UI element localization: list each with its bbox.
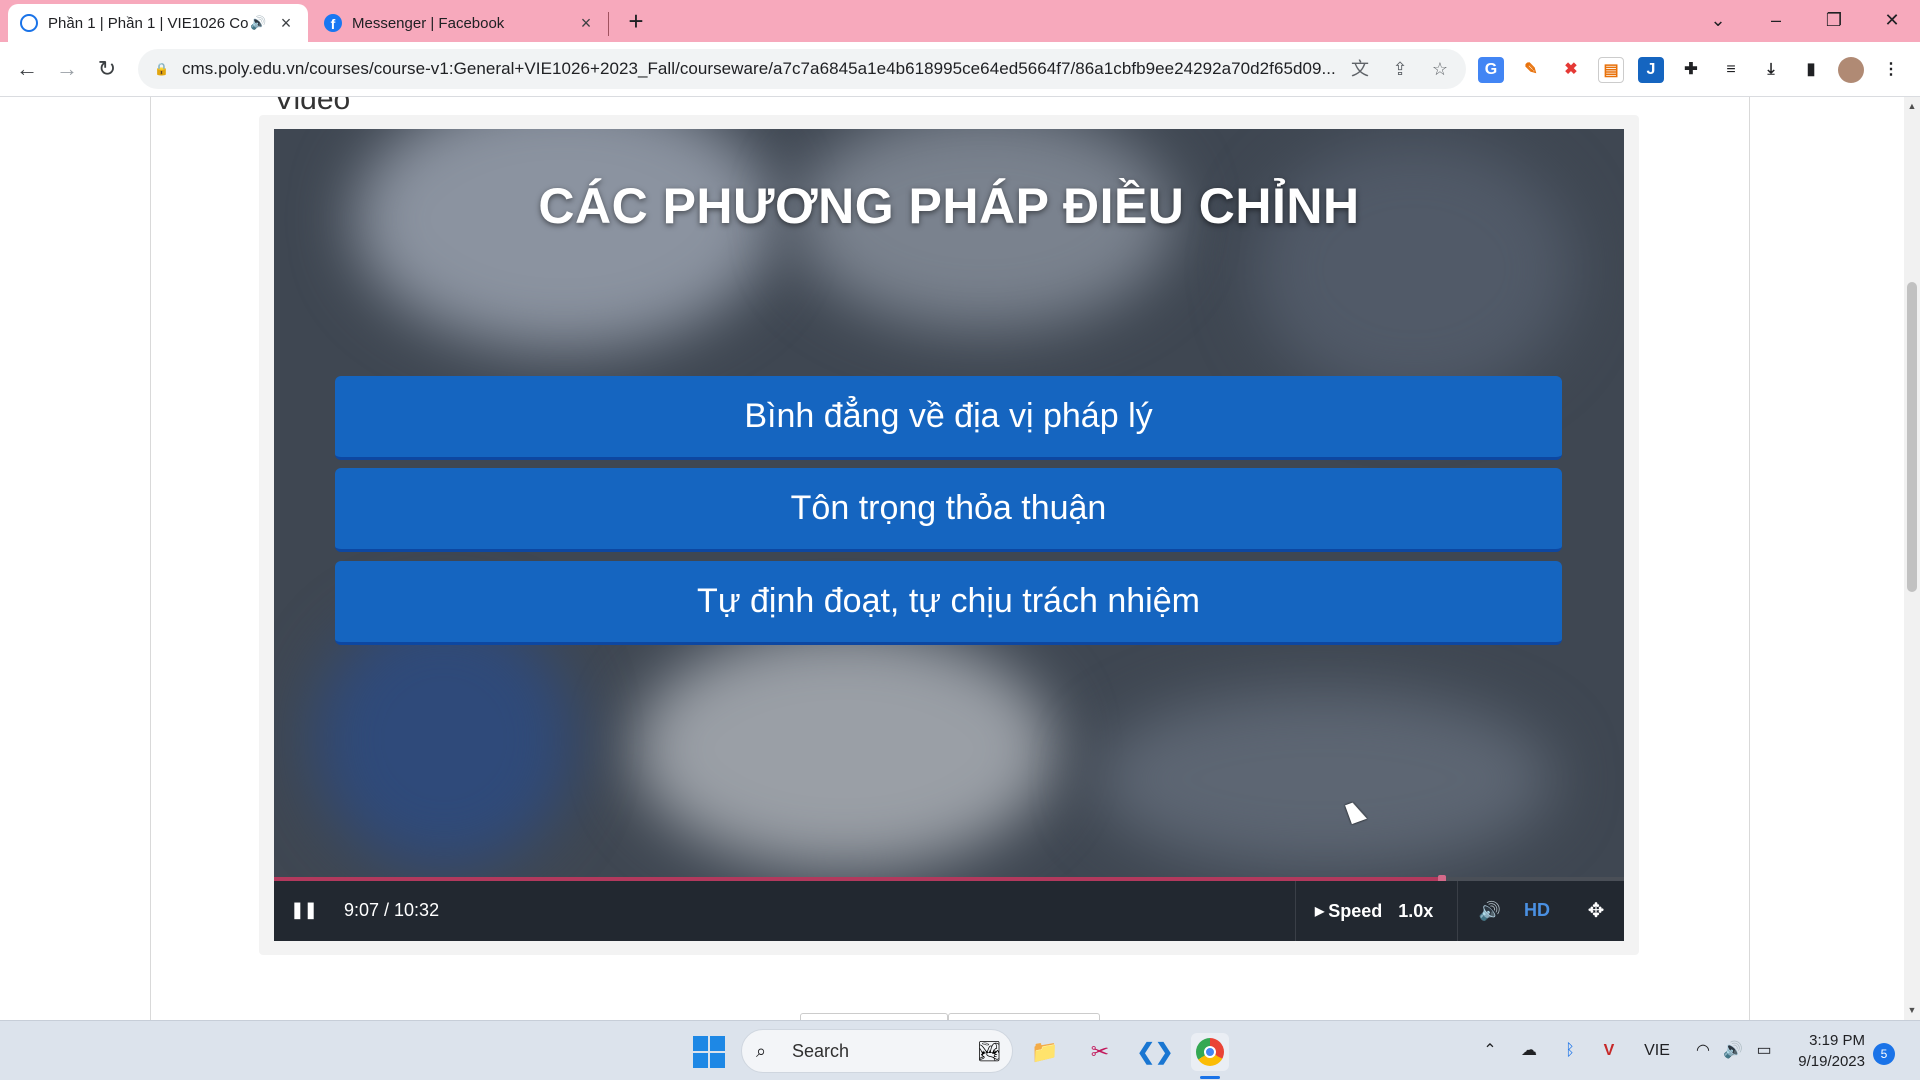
profile-avatar[interactable] (1838, 57, 1864, 83)
windows-start-icon[interactable] (693, 1036, 725, 1068)
media-control-icon[interactable]: ≡ (1718, 57, 1744, 83)
j-extension-icon[interactable]: J (1638, 57, 1664, 83)
tab-search-icon[interactable]: ⌄ (1690, 0, 1746, 40)
close-icon[interactable]: × (576, 13, 596, 34)
vscode-icon[interactable]: ❮❯ (1136, 1033, 1174, 1071)
back-button[interactable]: ← (11, 53, 43, 85)
volume-icon[interactable]: 🔊 (1474, 895, 1506, 927)
restore-button[interactable]: ❐ (1806, 0, 1862, 40)
wifi-icon[interactable]: ◠ (1692, 1039, 1714, 1063)
speaker-icon[interactable]: 🔊 (250, 15, 270, 31)
battery-icon[interactable]: ▭ (1752, 1039, 1776, 1063)
browser-toolbar: ← → ↻ 🔒 cms.poly.edu.vn/courses/course-v… (0, 42, 1920, 97)
hd-button[interactable]: HD (1524, 900, 1550, 921)
bluetooth-icon[interactable]: ᛒ (1560, 1039, 1580, 1063)
loading-icon (20, 14, 38, 32)
active-app-indicator (1200, 1076, 1220, 1079)
volume-tray-icon[interactable]: 🔊 (1722, 1039, 1744, 1063)
file-explorer-icon[interactable]: 📁 (1026, 1033, 1064, 1071)
tab-separator (608, 12, 609, 36)
slide-title: CÁC PHƯƠNG PHÁP ĐIỀU CHỈNH (538, 178, 1360, 234)
taskbar: ⌕ Search 🏞 📁 ✂ ❮❯ ⌃ ☁ ᛒ V VIE ◠ 🔊 ▭ 3:19… (0, 1020, 1920, 1080)
chrome-icon[interactable] (1191, 1033, 1229, 1071)
reload-button[interactable]: ↻ (91, 53, 123, 85)
scroll-down-icon[interactable]: ▼ (1904, 1005, 1920, 1015)
video-player[interactable]: CÁC PHƯƠNG PHÁP ĐIỀU CHỈNH Bình đẳng về … (274, 129, 1624, 881)
tab-title: Phần 1 | Phần 1 | VIE1026 Co (48, 14, 249, 32)
slide-option: Tôn trọng thỏa thuận (335, 468, 1562, 552)
bookmark-star-icon[interactable]: ☆ (1428, 58, 1452, 82)
calendar-extension-icon[interactable]: ▤ (1598, 57, 1624, 83)
speed-button[interactable]: ▶ Speed 1.0x (1299, 881, 1454, 941)
download-icon[interactable]: ⤓ (1758, 57, 1784, 83)
scroll-up-icon[interactable]: ▲ (1904, 101, 1920, 111)
pause-button[interactable]: ❚❚ (288, 895, 320, 927)
content-border-left (150, 97, 151, 1020)
unit-nav-tab[interactable] (800, 1013, 948, 1020)
lock-icon[interactable]: 🔒 (154, 62, 169, 76)
color-picker-extension-icon[interactable]: ✎ (1518, 57, 1544, 83)
close-icon[interactable]: × (276, 13, 296, 34)
control-divider (1457, 881, 1458, 941)
vietkey-icon[interactable]: V (1598, 1039, 1620, 1063)
search-label: Search (792, 1040, 850, 1061)
speed-value: 1.0x (1398, 900, 1434, 921)
x-extension-icon[interactable]: ✖ (1558, 57, 1584, 83)
slide-option: Tự định đoạt, tự chịu trách nhiệm (335, 561, 1562, 645)
onedrive-icon[interactable]: ☁ (1518, 1039, 1540, 1063)
share-icon[interactable]: ⇪ (1388, 58, 1412, 82)
video-controls: ❚❚ 9:07 / 10:32 ▶ Speed 1.0x 🔊 HD ✥ (274, 881, 1624, 941)
content-border-right (1749, 97, 1750, 1020)
slide-option: Bình đẳng về địa vị pháp lý (335, 376, 1562, 460)
video-bg-shape (314, 609, 574, 869)
url-text[interactable]: cms.poly.edu.vn/courses/course-v1:Genera… (182, 59, 1342, 79)
forward-button[interactable]: → (51, 53, 83, 85)
language-indicator[interactable]: VIE (1640, 1039, 1674, 1063)
video-card: CÁC PHƯƠNG PHÁP ĐIỀU CHỈNH Bình đẳng về … (259, 115, 1639, 955)
address-bar[interactable]: 🔒 cms.poly.edu.vn/courses/course-v1:Gene… (138, 49, 1466, 89)
unit-nav-tab[interactable] (948, 1013, 1100, 1020)
video-bg-shape (634, 629, 1054, 869)
new-tab-button[interactable]: + (620, 6, 652, 38)
puzzle-extensions-icon[interactable]: ✚ (1678, 57, 1704, 83)
speed-label: Speed (1328, 900, 1383, 921)
notification-badge[interactable]: 5 (1873, 1043, 1895, 1065)
page-scrollbar[interactable]: ▲ ▼ (1904, 97, 1920, 1020)
close-window-button[interactable]: ✕ (1864, 0, 1920, 40)
fullscreen-icon[interactable]: ✥ (1580, 895, 1612, 927)
minimize-button[interactable]: – (1748, 0, 1804, 40)
tab-strip: Phần 1 | Phần 1 | VIE1026 Co 🔊 × f Messe… (0, 0, 1920, 42)
video-bg-shape (354, 129, 774, 349)
time-readout: 9:07 / 10:32 (344, 900, 440, 920)
tab-messenger[interactable]: f Messenger | Facebook × (312, 4, 608, 42)
scroll-thumb[interactable] (1907, 282, 1917, 592)
taskbar-search[interactable]: ⌕ Search 🏞 (741, 1029, 1013, 1073)
clock-time[interactable]: 3:19 PM (1795, 1032, 1865, 1049)
section-title: Video (274, 97, 351, 116)
snipping-tool-icon[interactable]: ✂ (1081, 1033, 1119, 1071)
search-icon: ⌕ (756, 1040, 767, 1061)
page-content: Video CÁC PHƯƠNG PHÁP ĐIỀU CHỈNH Bình đẳ… (0, 97, 1904, 1020)
caret-right-icon: ▶ (1315, 904, 1325, 918)
translate-icon[interactable]: 文 (1348, 58, 1372, 82)
menu-icon[interactable]: ⋮ (1878, 57, 1904, 83)
tab-title: Messenger | Facebook (352, 14, 505, 32)
tab-course[interactable]: Phần 1 | Phần 1 | VIE1026 Co 🔊 × (8, 4, 308, 42)
video-bg-shape (1094, 689, 1554, 869)
google-translate-extension-icon[interactable]: G (1478, 57, 1504, 83)
side-panel-icon[interactable]: ▮ (1798, 57, 1824, 83)
facebook-icon: f (324, 14, 342, 32)
chevron-up-icon[interactable]: ⌃ (1480, 1039, 1500, 1063)
control-divider (1295, 881, 1296, 941)
search-highlight-icon: 🏞 (976, 1040, 1002, 1063)
clock-date[interactable]: 9/19/2023 (1795, 1053, 1865, 1070)
